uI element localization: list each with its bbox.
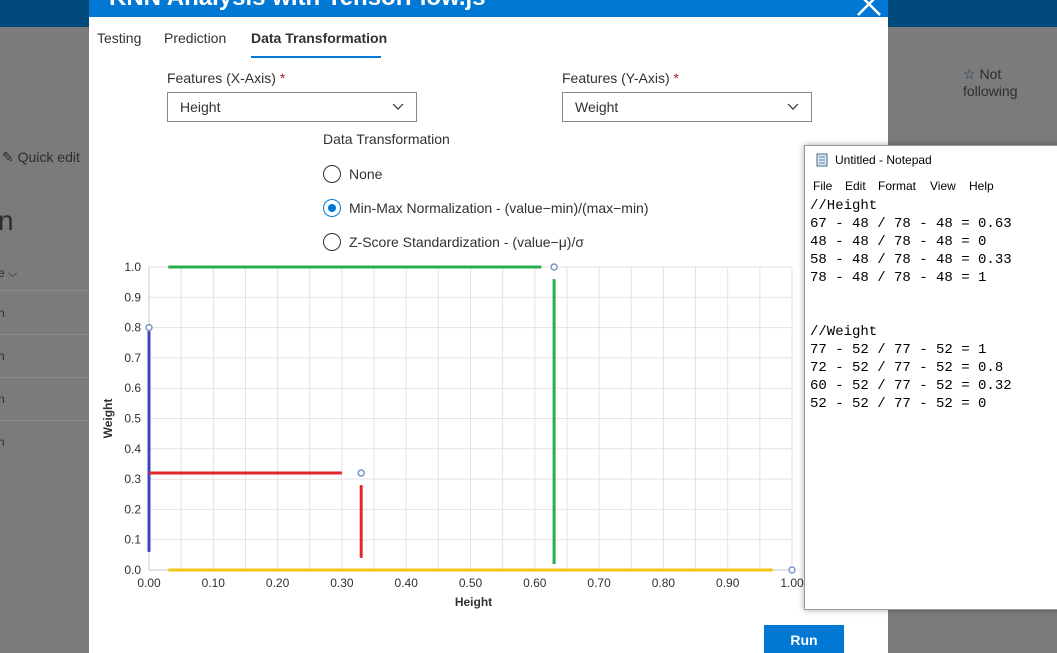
features-x-value: Height (180, 99, 221, 115)
background-column-fragment: e ⌵ (0, 266, 18, 280)
y-tick-label: 0.7 (124, 351, 141, 365)
y-tick-label: 0.5 (124, 412, 141, 426)
background-divider (0, 377, 89, 378)
x-tick-label: 0.50 (459, 576, 483, 590)
x-tick-label: 0.10 (202, 576, 226, 590)
required-mark: * (279, 70, 286, 86)
dialog-header: KNN Analysis with TensorFlow.js (89, 0, 888, 17)
tab-testing[interactable]: Testing (97, 30, 141, 46)
features-y-dropdown[interactable]: Weight (562, 92, 812, 122)
y-tick-label: 0.4 (124, 442, 141, 456)
data-point (788, 566, 796, 574)
background-row-fragment: n (0, 392, 5, 406)
active-tab-indicator (251, 56, 381, 58)
menu-format[interactable]: Format (878, 179, 916, 193)
features-x-dropdown[interactable]: Height (167, 92, 417, 122)
not-following-button[interactable]: ☆ Not following (963, 66, 1057, 99)
pencil-icon: ✎ (2, 149, 14, 165)
y-tick-label: 0.3 (124, 472, 141, 486)
chevron-down-icon (787, 103, 799, 110)
features-y-value: Weight (575, 99, 619, 115)
features-y-label: Features (Y-Axis) * (562, 70, 679, 86)
menu-help[interactable]: Help (969, 179, 994, 193)
background-divider (0, 290, 89, 291)
x-tick-label: 0.40 (395, 576, 419, 590)
x-tick-label: 0.60 (523, 576, 547, 590)
menu-edit[interactable]: Edit (845, 179, 866, 193)
data-point (145, 323, 153, 332)
background-divider (0, 420, 89, 421)
notepad-icon (816, 153, 828, 167)
radio-min-max-label: Min-Max Normalization - (value−min)/(max… (349, 200, 649, 216)
x-axis-title: Height (455, 595, 492, 609)
radio-none-label: None (349, 166, 383, 182)
radio-button[interactable] (323, 199, 341, 217)
close-icon[interactable] (854, 0, 884, 17)
x-tick-label: 0.90 (716, 576, 740, 590)
transformation-label: Data Transformation (323, 131, 450, 147)
radio-button[interactable] (323, 165, 341, 183)
notepad-title-bar[interactable]: Untitled - Notepad (805, 146, 1057, 174)
scatter-chart: 0.0 0.1 0.2 0.3 0.4 0.5 0.6 0.7 0.8 0.9 1.0 0.00 0.1… (101, 260, 804, 609)
y-tick-label: 0.2 (124, 502, 141, 516)
radio-z-score-label: Z-Score Standardization - (value−μ)/σ (349, 234, 584, 250)
y-axis-title: Weight (101, 399, 115, 439)
chevron-down-icon (392, 103, 404, 110)
y-tick-label: 0.6 (124, 381, 141, 395)
features-x-label: Features (X-Axis) * (167, 70, 286, 86)
notepad-window: Untitled - Notepad File Edit Format View… (804, 145, 1057, 610)
background-row-fragment: n (0, 435, 5, 449)
required-mark: * (673, 70, 679, 86)
data-point (357, 469, 365, 477)
x-tick-label: 0.80 (652, 576, 676, 590)
tab-prediction[interactable]: Prediction (164, 30, 226, 46)
x-tick-label: 0.70 (587, 576, 611, 590)
x-tick-label: 1.00 (780, 576, 804, 590)
x-tick-label: 0.30 (330, 576, 354, 590)
quick-edit-button[interactable]: ✎ Quick edit (2, 149, 80, 166)
y-tick-label: 1.0 (124, 260, 141, 274)
notepad-title: Untitled - Notepad (835, 153, 932, 167)
background-row-fragment: n (0, 349, 5, 363)
data-point (550, 263, 558, 271)
background-heading-fragment: n (0, 205, 14, 236)
radio-button[interactable] (323, 233, 341, 251)
y-tick-label: 0.8 (124, 321, 141, 335)
dialog-title: KNN Analysis with TensorFlow.js (109, 0, 486, 12)
star-icon: ☆ (963, 66, 976, 82)
y-tick-label: 0.9 (124, 290, 141, 304)
notepad-text-area[interactable]: //Height 67 - 48 / 78 - 48 = 0.63 48 - 4… (810, 197, 1012, 413)
background-divider (0, 334, 89, 335)
knn-dialog: KNN Analysis with TensorFlow.js Testing … (89, 0, 888, 653)
menu-file[interactable]: File (813, 179, 832, 193)
x-tick-label: 0.20 (266, 576, 290, 590)
y-tick-label: 0.1 (124, 533, 141, 547)
menu-view[interactable]: View (930, 179, 956, 193)
x-tick-label: 0.00 (137, 576, 161, 590)
y-tick-label: 0.0 (124, 563, 141, 577)
background-row-fragment: n (0, 306, 5, 320)
tab-data-transformation[interactable]: Data Transformation (251, 30, 387, 46)
run-button[interactable]: Run (764, 625, 844, 653)
quick-edit-label: Quick edit (17, 149, 80, 165)
